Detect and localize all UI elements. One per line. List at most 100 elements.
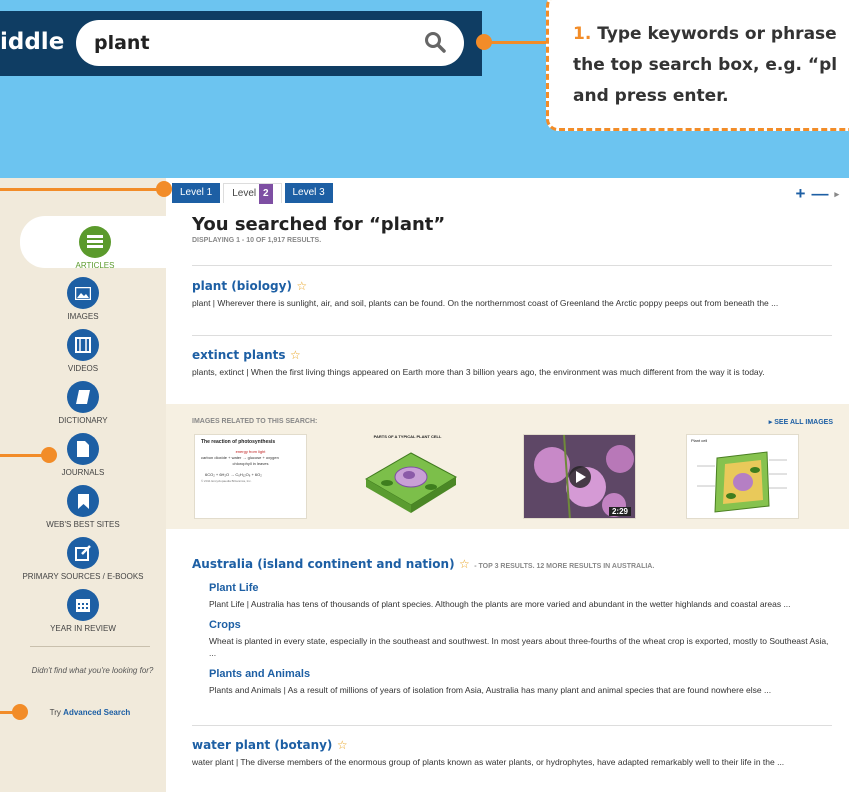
callout-line: Type keywords or phrase	[597, 24, 837, 44]
level-tabs: Level 1 Level 2 Level 3	[172, 183, 333, 204]
tab-level-1[interactable]: Level 1	[172, 183, 221, 203]
sidebar-divider	[30, 646, 150, 647]
callout-dot	[156, 181, 172, 197]
tab-label: Level	[232, 188, 257, 199]
sub-result-title-link[interactable]: Plant Life	[209, 582, 259, 594]
sidebar-item-label: Journals	[61, 468, 105, 477]
result-title-link[interactable]: extinct plants	[192, 348, 286, 362]
page-title: You searched for “plant”	[192, 214, 446, 235]
thumb-caption: energy from light	[235, 449, 266, 454]
sidebar-item-webs-best-sites[interactable]: Web's Best Sites	[0, 485, 166, 529]
result-snippet: Wheat is planted in every state, especia…	[209, 636, 829, 658]
tab-level-2[interactable]: Level 2	[223, 183, 282, 204]
star-icon[interactable]: ☆	[290, 348, 301, 362]
labeled-cell-diagram	[697, 451, 787, 513]
callout-connector	[484, 41, 546, 44]
sidebar-item-dictionary[interactable]: Dictionary	[0, 381, 166, 425]
thumb-caption: Plant cell	[691, 438, 708, 443]
sub-result-title-link[interactable]: Plants and Animals	[209, 668, 310, 680]
result-title-link[interactable]: plant (biology)	[192, 279, 292, 293]
sidebar-item-label: Year in Review	[50, 624, 116, 633]
result-item: plant (biology) ☆ plant | Wherever there…	[192, 277, 832, 309]
top-results-note: - Top 3 results. 12 more results in Aust…	[474, 563, 655, 570]
search-icon[interactable]	[424, 31, 446, 58]
result-title-link[interactable]: Australia (island continent and nation)	[192, 557, 455, 571]
sub-result: Plants and Animals Plants and Animals | …	[209, 664, 832, 696]
zoom-out-button[interactable]: —	[811, 184, 828, 204]
sidebar-item-label: Web's Best Sites	[46, 520, 120, 529]
sidebar-item-year-in-review[interactable]: Year in Review	[0, 589, 166, 633]
result-item: extinct plants ☆ plants, extinct | When …	[192, 346, 832, 378]
sidebar-item-articles[interactable]: Articles	[20, 216, 170, 270]
result-snippet: plant | Wherever there is sunlight, air,…	[192, 298, 779, 308]
sidebar-item-label: Articles	[75, 261, 115, 270]
result-snippet: Plant Life | Australia has tens of thous…	[209, 599, 791, 609]
callout-line: and press enter.	[573, 86, 729, 106]
video-duration: 2:29	[608, 507, 631, 516]
sidebar-item-primary-sources[interactable]: Primary Sources / E-Books	[0, 537, 166, 581]
level-badge: 2	[258, 184, 273, 204]
result-snippet: plants, extinct | When the first living …	[192, 367, 765, 377]
bookmark-icon	[67, 485, 99, 517]
sidebar-item-label: Images	[67, 312, 99, 321]
plant-cell-diagram	[365, 452, 457, 513]
thumb-caption: chlorophyll in leaves	[232, 461, 269, 466]
see-all-label: See all images	[774, 419, 833, 426]
result-snippet: water plant | The diverse members of the…	[192, 757, 785, 767]
document-icon	[67, 433, 99, 465]
callout-line: the top search box, e.g. “pl	[573, 55, 838, 75]
see-all-images-link[interactable]: ▸ See all images	[769, 418, 833, 426]
callout-dot	[476, 34, 492, 50]
tab-level-3[interactable]: Level 3	[284, 183, 333, 203]
star-icon[interactable]: ☆	[296, 279, 307, 293]
sidebar-item-images[interactable]: Images	[0, 277, 166, 321]
sidebar-item-videos[interactable]: Videos	[0, 329, 166, 373]
divider	[192, 335, 832, 336]
results-header: You searched for “plant” Displaying 1 - …	[192, 214, 832, 244]
video-thumbnail-flowers[interactable]: 2:29	[523, 434, 636, 519]
search-input[interactable]	[94, 30, 394, 56]
book-icon	[67, 381, 99, 413]
thumb-caption: carbon dioxide + water → glucose + oxyge…	[201, 455, 279, 460]
sidebar-item-label: Dictionary	[58, 416, 108, 425]
callout-connector	[0, 188, 166, 191]
star-icon[interactable]: ☆	[337, 738, 348, 752]
sidebar: Articles Images Videos Dictionary Journa…	[0, 178, 170, 792]
image-thumbnail-photosynthesis[interactable]: The reaction of photosynthesis energy fr…	[194, 434, 307, 519]
result-group-australia: Australia (island continent and nation) …	[192, 555, 832, 696]
sidebar-item-label: Videos	[67, 364, 99, 373]
list-icon	[79, 226, 111, 258]
search-box[interactable]	[76, 20, 464, 66]
callout-dot	[12, 704, 28, 720]
image-thumbnail-plant-cell[interactable]: PARTS OF A TYPICAL PLANT CELL	[351, 434, 464, 519]
divider	[192, 265, 832, 266]
callout-text: 1. Type keywords or phrase the top searc…	[573, 19, 849, 112]
thumb-caption: © 2011 Encyclopaedia Britannica, Inc.	[201, 479, 252, 483]
advanced-search-link[interactable]: Advanced Search	[63, 708, 130, 717]
star-icon[interactable]: ☆	[459, 557, 470, 571]
result-title-link[interactable]: water plant (botany)	[192, 738, 332, 752]
no-find-text: Didn't find what you're looking for?	[31, 666, 154, 675]
try-advanced-search: Try Advanced Search	[30, 708, 150, 717]
divider	[192, 725, 832, 726]
zoom-in-button[interactable]: +	[796, 184, 806, 204]
sub-result-title-link[interactable]: Crops	[209, 619, 241, 631]
sub-result: Crops Wheat is planted in every state, e…	[209, 615, 832, 659]
film-icon	[67, 329, 99, 361]
image-thumbnail-plant-cell-labeled[interactable]: Plant cell	[686, 434, 799, 519]
sidebar-item-label: Primary Sources / E-Books	[22, 572, 144, 581]
result-snippet: Plants and Animals | As a result of mill…	[209, 685, 772, 695]
search-banner: iddle	[0, 11, 482, 76]
related-images: Images related to this search: ▸ See all…	[166, 404, 849, 529]
edit-icon	[67, 537, 99, 569]
results-count: Displaying 1 - 10 of 1,917 results.	[192, 237, 322, 244]
sub-result: Plant Life Plant Life | Australia has te…	[209, 578, 832, 610]
banner-label: iddle	[0, 29, 65, 55]
expand-arrow-icon[interactable]: ▸	[834, 189, 839, 200]
thumb-caption: 6CO₂ + 6H₂O → C₆H₁₂O₆ + 6O₂	[205, 472, 262, 477]
result-item: water plant (botany) ☆ water plant | The…	[192, 736, 832, 768]
thumb-caption: The reaction of photosynthesis	[201, 439, 276, 445]
try-prefix: Try	[49, 708, 61, 717]
results-panel: Articles Images Videos Dictionary Journa…	[0, 178, 849, 792]
image-icon	[67, 277, 99, 309]
